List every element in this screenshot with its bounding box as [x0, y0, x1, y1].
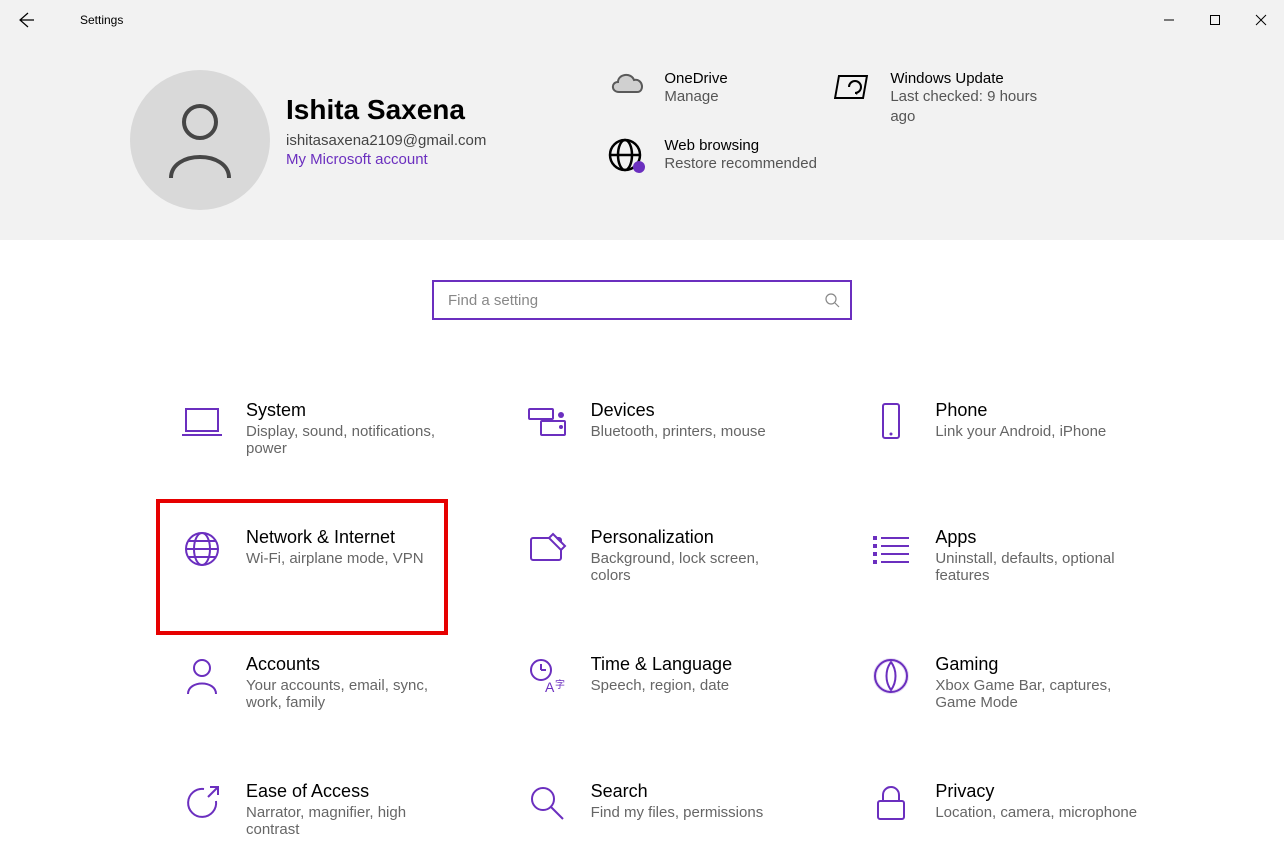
category-title: Network & Internet: [246, 527, 424, 548]
category-title: Apps: [935, 527, 1144, 548]
tile-title: OneDrive: [664, 70, 727, 87]
windows-update-tile[interactable]: Windows Update Last checked: 9 hours ago: [834, 70, 1054, 126]
maximize-button[interactable]: [1192, 0, 1238, 40]
apps-icon: [869, 527, 913, 571]
tile-sub: Last checked: 9 hours ago: [890, 87, 1054, 126]
back-arrow-icon: [16, 11, 34, 29]
category-title: Ease of Access: [246, 781, 455, 802]
window-title: Settings: [80, 13, 123, 27]
category-accounts[interactable]: Accounts Your accounts, email, sync, wor…: [170, 644, 465, 721]
category-title: Time & Language: [591, 654, 732, 675]
devices-icon: [525, 400, 569, 444]
onedrive-tile[interactable]: OneDrive Manage: [606, 70, 826, 107]
title-bar: Settings: [0, 0, 1284, 40]
category-sub: Find my files, permissions: [591, 804, 764, 821]
phone-icon: [869, 400, 913, 444]
web-browsing-tile[interactable]: Web browsing Restore recommended: [606, 137, 826, 174]
svg-text:字: 字: [555, 678, 565, 691]
tile-title: Windows Update: [890, 70, 1054, 87]
category-title: Search: [591, 781, 764, 802]
time-icon: A字: [525, 654, 569, 698]
maximize-icon: [1209, 14, 1221, 26]
search-icon: [824, 292, 840, 308]
update-icon: [834, 70, 874, 106]
category-title: Accounts: [246, 654, 455, 675]
search-box[interactable]: [432, 280, 852, 320]
category-privacy[interactable]: Privacy Location, camera, microphone: [859, 771, 1154, 848]
network-icon: [180, 527, 224, 571]
category-title: Devices: [591, 400, 766, 421]
category-sub: Narrator, magnifier, high contrast: [246, 804, 455, 838]
category-system[interactable]: System Display, sound, notifications, po…: [170, 390, 465, 467]
tile-sub: Restore recommended: [664, 154, 817, 174]
category-title: Personalization: [591, 527, 800, 548]
ease-icon: [180, 781, 224, 825]
category-sub: Bluetooth, printers, mouse: [591, 423, 766, 440]
category-time[interactable]: A字 Time & Language Speech, region, date: [515, 644, 810, 721]
category-apps[interactable]: Apps Uninstall, defaults, optional featu…: [859, 517, 1154, 594]
account-header: Ishita Saxena ishitasaxena2109@gmail.com…: [0, 40, 1284, 240]
category-title: Privacy: [935, 781, 1137, 802]
close-icon: [1255, 14, 1267, 26]
person-icon: [165, 100, 235, 180]
category-gaming[interactable]: Gaming Xbox Game Bar, captures, Game Mod…: [859, 644, 1154, 721]
category-sub: Background, lock screen, colors: [591, 550, 800, 584]
back-button[interactable]: [0, 11, 50, 29]
category-sub: Your accounts, email, sync, work, family: [246, 677, 455, 711]
category-sub: Xbox Game Bar, captures, Game Mode: [935, 677, 1144, 711]
tile-title: Web browsing: [664, 137, 817, 154]
search-input[interactable]: [448, 292, 824, 309]
category-ease[interactable]: Ease of Access Narrator, magnifier, high…: [170, 771, 465, 848]
category-sub: Speech, region, date: [591, 677, 732, 694]
search-icon: [525, 781, 569, 825]
browser-icon: [606, 137, 648, 173]
personalization-icon: [525, 527, 569, 571]
category-sub: Wi-Fi, airplane mode, VPN: [246, 550, 424, 567]
category-title: Gaming: [935, 654, 1144, 675]
category-sub: Display, sound, notifications, power: [246, 423, 455, 457]
user-email: ishitasaxena2109@gmail.com: [286, 132, 486, 149]
category-devices[interactable]: Devices Bluetooth, printers, mouse: [515, 390, 810, 467]
accounts-icon: [180, 654, 224, 698]
category-personalization[interactable]: Personalization Background, lock screen,…: [515, 517, 810, 594]
category-sub: Location, camera, microphone: [935, 804, 1137, 821]
user-avatar[interactable]: [130, 70, 270, 210]
minimize-button[interactable]: [1146, 0, 1192, 40]
category-title: System: [246, 400, 455, 421]
category-phone[interactable]: Phone Link your Android, iPhone: [859, 390, 1154, 467]
tile-sub: Manage: [664, 87, 727, 107]
category-sub: Link your Android, iPhone: [935, 423, 1106, 440]
svg-text:A: A: [545, 679, 555, 695]
minimize-icon: [1163, 14, 1175, 26]
microsoft-account-link[interactable]: My Microsoft account: [286, 151, 486, 168]
category-network[interactable]: Network & Internet Wi-Fi, airplane mode,…: [170, 517, 465, 594]
cloud-icon: [606, 70, 648, 96]
category-title: Phone: [935, 400, 1106, 421]
privacy-icon: [869, 781, 913, 825]
category-search[interactable]: Search Find my files, permissions: [515, 771, 810, 848]
system-icon: [180, 400, 224, 444]
close-button[interactable]: [1238, 0, 1284, 40]
category-sub: Uninstall, defaults, optional features: [935, 550, 1144, 584]
gaming-icon: [869, 654, 913, 698]
user-name: Ishita Saxena: [286, 94, 486, 126]
